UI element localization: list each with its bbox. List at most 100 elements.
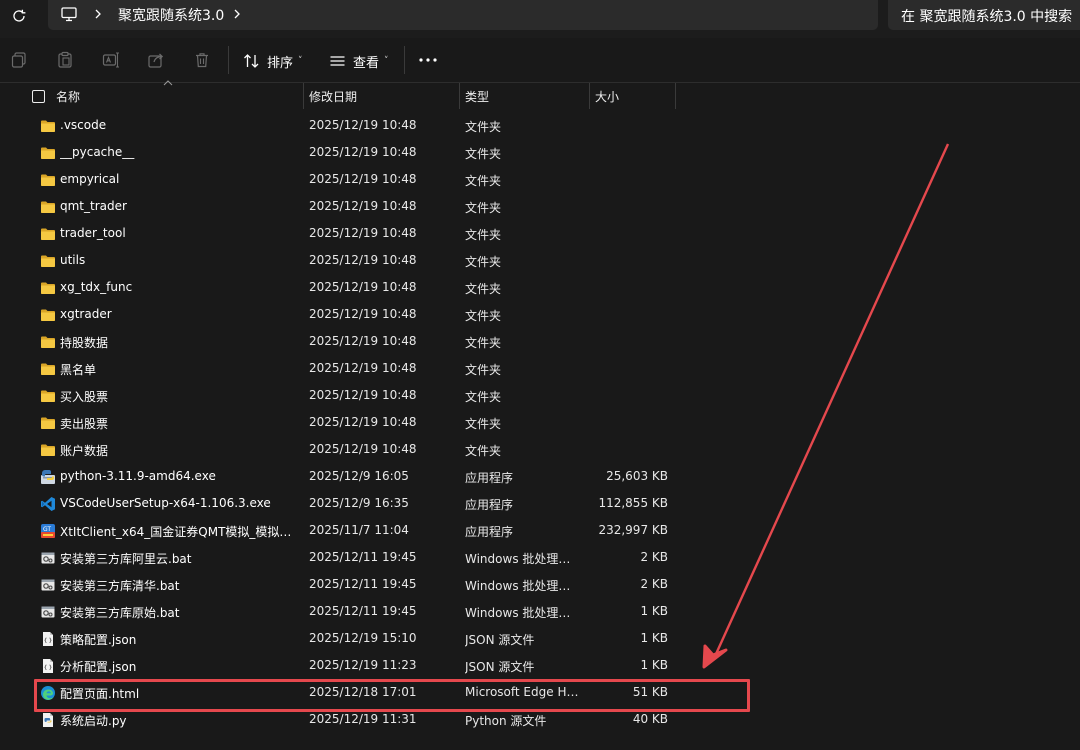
file-modified-date: 2025/12/19 10:48 [309,118,417,132]
column-header-row: 名称 修改日期 类型 大小 [0,83,1080,110]
file-row[interactable]: 持股数据 2025/12/19 10:48 文件夹 [0,329,1080,356]
file-name[interactable]: 策略配置.json [60,631,292,648]
file-modified-date: 2025/12/19 10:48 [309,145,417,159]
file-name[interactable]: xgtrader [60,307,292,321]
file-row[interactable]: VSCodeUserSetup-x64-1.106.3.exe 2025/12/9… [0,491,1080,518]
column-header-date[interactable]: 修改日期 [309,88,357,105]
file-name[interactable]: 安装第三方库原始.bat [60,604,292,621]
file-name[interactable]: xg_tdx_func [60,280,292,294]
column-divider[interactable] [589,83,590,109]
file-type: 文件夹 [465,417,502,431]
json-file-icon [40,658,56,674]
share-icon[interactable] [147,51,165,69]
file-size: 1 KB [640,604,668,618]
file-type: 文件夹 [465,147,502,161]
file-row[interactable]: 策略配置.json 2025/12/19 15:10 JSON 源文件 1 KB [0,626,1080,653]
file-name[interactable]: 安装第三方库清华.bat [60,577,292,594]
refresh-icon [13,9,26,22]
python-file-icon [40,712,56,728]
file-row[interactable]: python-3.11.9-amd64.exe 2025/12/9 16:05 应用… [0,464,1080,491]
file-row[interactable]: 安装第三方库阿里云.bat 2025/12/11 19:45 Windows 批处理… [0,545,1080,572]
file-modified-date: 2025/12/19 11:23 [309,658,417,672]
select-all-checkbox[interactable] [32,90,45,103]
file-name[interactable]: 持股数据 [60,334,292,351]
file-row[interactable]: 账户数据 2025/12/19 10:48 文件夹 [0,437,1080,464]
file-row[interactable]: 黑名单 2025/12/19 10:48 文件夹 [0,356,1080,383]
file-row[interactable]: .vscode 2025/12/19 10:48 文件夹 [0,113,1080,140]
file-name[interactable]: XtItClient_x64_国金证券QMT模拟_模拟_2.... [60,523,292,540]
file-name[interactable]: 系统启动.py [60,712,292,729]
file-type: 文件夹 [465,282,502,296]
file-name[interactable]: __pycache__ [60,145,292,159]
paste-icon[interactable] [56,51,74,69]
file-name[interactable]: utils [60,253,292,267]
folder-icon [40,226,56,242]
batch-file-icon [40,550,56,566]
file-name[interactable]: .vscode [60,118,292,132]
column-divider[interactable] [675,83,676,109]
column-header-size[interactable]: 大小 [595,88,619,105]
file-name[interactable]: 买入股票 [60,388,292,405]
this-pc-icon [61,7,77,22]
file-type: 文件夹 [465,309,502,323]
sort-icon [244,54,259,68]
address-bar[interactable]: 聚宽跟随系统3.0 [48,0,878,30]
file-name[interactable]: python-3.11.9-amd64.exe [60,469,292,483]
file-name[interactable]: 安装第三方库阿里云.bat [60,550,292,567]
more-options-button[interactable] [414,50,442,70]
column-header-type[interactable]: 类型 [465,88,489,105]
file-row[interactable]: GT XtItClient_x64_国金证券QMT模拟_模拟_2.... 2025/… [0,518,1080,545]
file-row[interactable]: 卖出股票 2025/12/19 10:48 文件夹 [0,410,1080,437]
file-name[interactable]: empyrical [60,172,292,186]
file-type: 应用程序 [465,471,514,485]
file-type: Windows 批处理文件 [465,552,581,566]
file-modified-date: 2025/11/7 11:04 [309,523,409,537]
file-modified-date: 2025/12/11 19:45 [309,577,417,591]
vscode-icon [40,496,56,512]
search-input[interactable]: 在 聚宽跟随系统3.0 中搜索 [888,0,1080,30]
chevron-right-icon[interactable] [230,6,244,22]
file-size: 1 KB [640,658,668,672]
column-divider[interactable] [303,83,304,109]
app-installer-icon: GT [40,523,56,539]
sort-label: 排序 [267,55,294,71]
batch-file-icon [40,577,56,593]
folder-icon [40,361,56,377]
view-button[interactable]: 查看 ˅ [329,48,389,74]
delete-icon[interactable] [193,51,211,69]
search-placeholder: 在 聚宽跟随系统3.0 中搜索 [901,9,1073,25]
column-divider[interactable] [459,83,460,109]
file-row[interactable]: utils 2025/12/19 10:48 文件夹 [0,248,1080,275]
copy-icon[interactable] [10,51,28,69]
file-row[interactable]: xg_tdx_func 2025/12/19 10:48 文件夹 [0,275,1080,302]
file-row[interactable]: 分析配置.json 2025/12/19 11:23 JSON 源文件 1 KB [0,653,1080,680]
file-row[interactable]: qmt_trader 2025/12/19 10:48 文件夹 [0,194,1080,221]
file-name[interactable]: trader_tool [60,226,292,240]
sort-button[interactable]: 排序 ˅ [243,48,303,74]
file-type: 文件夹 [465,363,502,377]
file-modified-date: 2025/12/19 10:48 [309,172,417,186]
file-name[interactable]: 分析配置.json [60,658,292,675]
file-row[interactable]: 买入股票 2025/12/19 10:48 文件夹 [0,383,1080,410]
file-row[interactable]: trader_tool 2025/12/19 10:48 文件夹 [0,221,1080,248]
refresh-button[interactable] [8,5,30,27]
file-name[interactable]: qmt_trader [60,199,292,213]
file-type: 文件夹 [465,444,502,458]
file-size: 40 KB [632,712,668,726]
file-row[interactable]: xgtrader 2025/12/19 10:48 文件夹 [0,302,1080,329]
breadcrumb-current-folder[interactable]: 聚宽跟随系统3.0 [118,5,224,25]
file-modified-date: 2025/12/19 10:48 [309,334,417,348]
file-name[interactable]: 卖出股票 [60,415,292,432]
file-name[interactable]: 账户数据 [60,442,292,459]
column-header-name[interactable]: 名称 [56,88,80,105]
file-row[interactable]: __pycache__ 2025/12/19 10:48 文件夹 [0,140,1080,167]
file-row[interactable]: 安装第三方库清华.bat 2025/12/11 19:45 Windows 批处理文… [0,572,1080,599]
file-name[interactable]: VSCodeUserSetup-x64-1.106.3.exe [60,496,292,510]
file-row[interactable]: 安装第三方库原始.bat 2025/12/11 19:45 Windows 批处理文… [0,599,1080,626]
file-row[interactable]: empyrical 2025/12/19 10:48 文件夹 [0,167,1080,194]
rename-icon[interactable] [102,51,120,69]
file-name[interactable]: 黑名单 [60,361,292,378]
toolbar-divider [404,46,405,74]
file-type: Windows 批处理文件 [465,606,581,620]
folder-icon [40,334,56,350]
